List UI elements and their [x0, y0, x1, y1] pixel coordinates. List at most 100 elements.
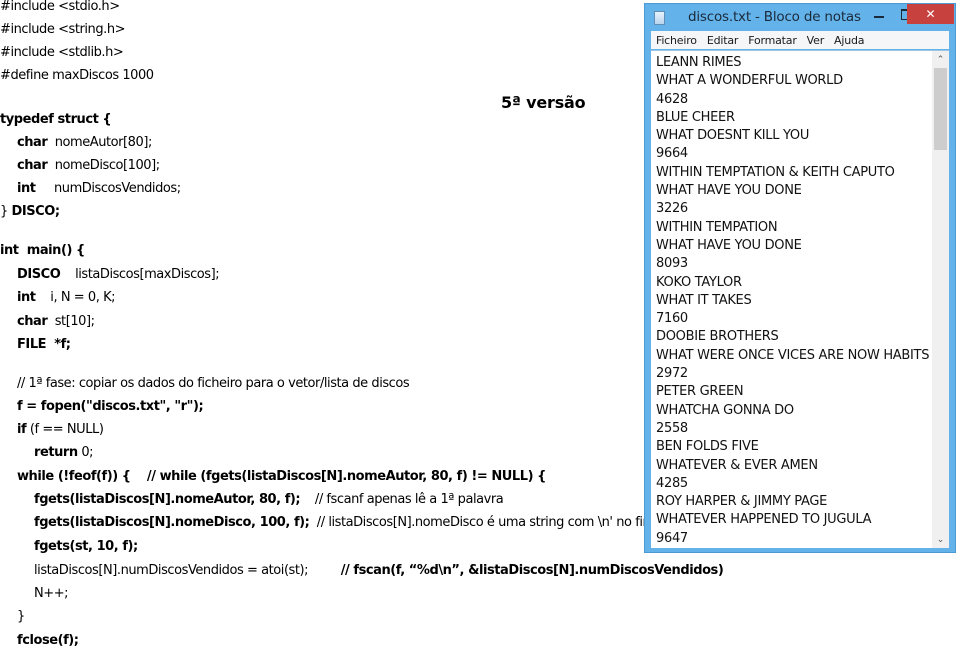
notepad-text-line: 9664 — [656, 146, 688, 162]
code-line: N++; — [0, 585, 69, 603]
close-icon: ✕ — [925, 7, 936, 21]
code-segment: f = fopen("discos.txt", "r"); — [17, 399, 204, 414]
code-line: fgets(listaDiscos[N].nomeAutor, 80, f); … — [0, 491, 504, 509]
code-segment: numDiscosVendidos; — [35, 181, 181, 196]
code-segment: // fscanf apenas lê a 1ª palavra — [300, 492, 504, 507]
vertical-scrollbar[interactable]: ⌃ ⌄ — [932, 51, 949, 548]
code-segment: fgets(listaDiscos[N].nomeDisco, 100, f); — [34, 515, 310, 530]
code-line: f = fopen("discos.txt", "r"); — [0, 398, 204, 416]
notepad-text-line: ROY HARPER & JIMMY PAGE — [656, 494, 828, 510]
code-line: char nomeDisco[100]; — [0, 157, 160, 175]
notepad-text-area[interactable]: LEANN RIMES WHAT A WONDERFUL WORLD 4628 BLU… — [651, 50, 949, 548]
menu-editar[interactable]: Editar — [702, 34, 743, 47]
code-segment: DISCO; — [11, 204, 61, 219]
code-segment: #include <stdlib.h> — [0, 45, 124, 60]
code-line: #include <stdio.h> — [0, 0, 120, 16]
notepad-text-line: WITHIN TEMPATION — [656, 219, 778, 235]
code-segment: #include <string.h> — [0, 22, 126, 37]
code-line: return 0; — [0, 444, 94, 462]
code-segment: int main() { — [0, 243, 85, 258]
code-segment: // fscan(f, “%d\n”, &listaDiscos[N].numD… — [308, 563, 724, 578]
code-segment: nomeAutor[80]; — [47, 135, 153, 150]
code-line: DISCO listaDiscos[maxDiscos]; — [0, 266, 220, 284]
notepad-text-line: LEANN RIMES — [656, 55, 742, 70]
code-segment: } — [0, 204, 12, 219]
notepad-text-line: BEN FOLDS FIVE — [656, 439, 759, 455]
notepad-text-line: WHAT WERE ONCE VICES ARE NOW HABITS — [656, 347, 930, 363]
code-segment: int — [17, 290, 36, 305]
code-line: while (!feof(f)) { // while (fgets(lista… — [0, 468, 546, 486]
notepad-window: discos.txt - Bloco de notas ✕ Ficheiro E… — [644, 3, 956, 553]
notepad-text-line: WITHIN TEMPTATION & KEITH CAPUTO — [656, 164, 895, 180]
scroll-down-icon[interactable]: ⌄ — [932, 531, 949, 548]
code-line: typedef struct { — [0, 111, 112, 129]
code-segment: typedef struct { — [0, 112, 112, 127]
code-segment: listaDiscos[maxDiscos]; — [60, 267, 220, 282]
code-line: char nomeAutor[80]; — [0, 134, 152, 152]
notepad-text-line: 4628 — [656, 91, 688, 107]
code-segment: char — [17, 135, 48, 150]
code-line: if (f == NULL) — [0, 421, 104, 439]
notepad-text-line: 2558 — [656, 420, 688, 436]
code-line: } DISCO; — [0, 203, 60, 221]
code-line: #define maxDiscos 1000 — [0, 67, 154, 85]
notepad-text-line: WHATEVER HAPPENED TO JUGULA — [656, 512, 872, 528]
code-segment: int — [17, 181, 36, 196]
notepad-text-line: 7160 — [656, 311, 688, 327]
notepad-text-line: WHAT HAVE YOU DONE — [656, 237, 802, 253]
close-button[interactable]: ✕ — [907, 4, 954, 24]
notepad-text-line: BLUE CHEER — [656, 109, 735, 125]
code-segment: if — [17, 422, 27, 437]
code-line: } — [0, 608, 25, 626]
notepad-text-line: WHAT A WONDERFUL WORLD — [656, 73, 843, 89]
code-segment: FILE *f; — [17, 337, 71, 352]
code-line: char st[10]; — [0, 313, 95, 331]
notepad-text-line: WHAT HAVE YOU DONE — [656, 183, 802, 199]
code-line: int numDiscosVendidos; — [0, 180, 181, 198]
code-segment: N++; — [34, 586, 69, 601]
code-segment: listaDiscos[N].numDiscosVendidos = atoi(… — [34, 563, 309, 578]
notepad-text-line: 3226 — [656, 201, 688, 217]
code-line: FILE *f; — [0, 336, 71, 354]
notepad-text-line: 2972 — [656, 366, 688, 382]
code-line: fgets(st, 10, f); — [0, 538, 138, 556]
notepad-text-line: KOKO TAYLOR — [656, 274, 742, 290]
code-line: int i, N = 0, K; — [0, 289, 116, 307]
code-line: fgets(listaDiscos[N].nomeDisco, 100, f);… — [0, 514, 655, 532]
version-label: 5ª versão — [501, 93, 586, 112]
code-segment: return — [34, 445, 78, 460]
code-segment: st[10]; — [47, 314, 95, 329]
notepad-text-line: WHATEVER & EVER AMEN — [656, 457, 818, 473]
notepad-text-content[interactable]: LEANN RIMES WHAT A WONDERFUL WORLD 4628 BLU… — [656, 54, 936, 548]
code-line: int main() { — [0, 242, 85, 260]
code-line: listaDiscos[N].numDiscosVendidos = atoi(… — [0, 562, 724, 580]
menu-ficheiro[interactable]: Ficheiro — [651, 34, 702, 47]
notepad-text-line: WHATCHA GONNA DO — [656, 402, 794, 418]
menu-ajuda[interactable]: Ajuda — [829, 34, 869, 47]
code-segment: } — [17, 609, 25, 624]
scroll-up-icon[interactable]: ⌃ — [932, 51, 949, 68]
code-line: fclose(f); — [0, 632, 79, 650]
code-segment: i, N = 0, K; — [35, 290, 116, 305]
notepad-text-line: PETER GREEN — [656, 384, 744, 400]
code-segment: #define maxDiscos 1000 — [0, 68, 154, 83]
notepad-text-line: WHAT IT TAKES — [656, 292, 752, 308]
menu-formatar[interactable]: Formatar — [743, 34, 801, 47]
code-segment: nomeDisco[100]; — [47, 158, 160, 173]
notepad-text-line: 8093 — [656, 256, 688, 272]
scroll-thumb[interactable] — [934, 68, 947, 150]
code-segment: char — [17, 314, 48, 329]
code-segment: // while (fgets(listaDiscos[N].nomeAutor… — [130, 469, 546, 484]
notepad-text-line: WHAT DOESNT KILL YOU — [656, 128, 810, 144]
code-segment: (f == NULL) — [26, 422, 104, 437]
code-segment: fclose(f); — [17, 633, 79, 648]
minimize-button[interactable] — [865, 4, 893, 24]
code-line: #include <stdlib.h> — [0, 44, 124, 62]
code-line: #include <string.h> — [0, 21, 126, 39]
menu-ver[interactable]: Ver — [802, 34, 829, 47]
code-segment: fgets(listaDiscos[N].nomeAutor, 80, f); — [34, 492, 301, 507]
notepad-text-line: DOOBIE BROTHERS — [656, 329, 779, 345]
notepad-app-icon — [654, 11, 665, 25]
notepad-title: discos.txt - Bloco de notas — [688, 9, 861, 25]
notepad-titlebar[interactable]: discos.txt - Bloco de notas ✕ — [645, 4, 955, 31]
